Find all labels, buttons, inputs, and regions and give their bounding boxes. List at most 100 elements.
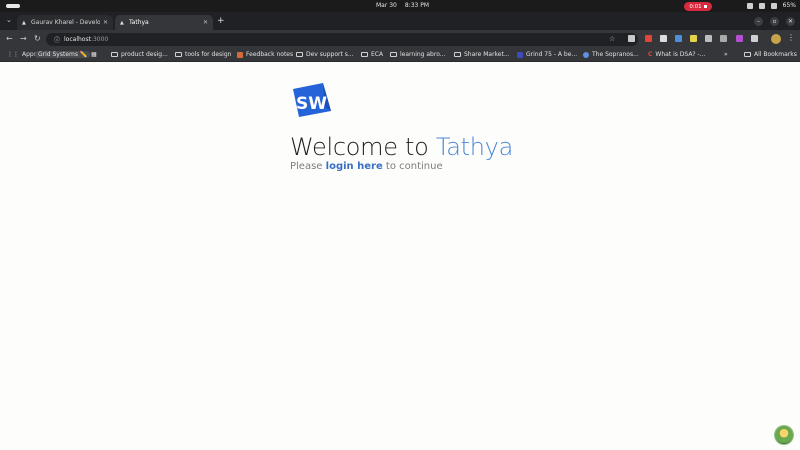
login-prompt: Please login here to continue [290,161,443,172]
bookmark-apps[interactable]: ⋮⋮ Apps [7,51,37,58]
battery-level: 65% [782,2,796,9]
url-host: localhost [64,36,91,43]
welcome-prefix: Welcome to [290,133,436,161]
folder-icon [390,52,397,57]
new-tab-icon[interactable]: + [217,16,225,26]
url-port: :3000 [90,36,109,43]
page-content: SW Welcome to Tathya Please login here t… [0,63,800,450]
browser-menu-icon[interactable]: ⋮ [787,33,795,42]
recording-time: 0:01 [689,3,702,10]
bookmark-folder[interactable]: Share Market... [454,51,510,58]
logo: SW [289,81,333,119]
prompt-prefix: Please [290,161,326,172]
bookmark-grid-systems[interactable]: Grid Systems ✏️ [35,51,91,58]
network-icon [746,2,753,9]
folder-icon [361,52,368,57]
close-tab-icon[interactable]: ✕ [103,19,108,26]
tab-favicon-icon: ▲ [22,19,26,26]
minimize-icon[interactable]: – [754,17,763,26]
os-date: Mar 30 [376,2,397,9]
address-bar[interactable]: ⓘ localhost:3000 [46,33,638,46]
bookmark-dsa[interactable]: C What is DSA? -... [648,51,705,58]
tab-developer[interactable]: ▲ Gaurav Kharel - Develop ✕ [17,15,113,30]
bookmark-label: Grind 75 - A be... [526,51,578,58]
forward-icon[interactable]: → [20,34,27,43]
bookmarks-overflow-icon[interactable]: » [724,51,728,58]
extensions-puzzle-icon[interactable] [751,35,758,42]
bookmark-label: Feedback notes [246,51,294,58]
extension-icon[interactable] [628,35,635,42]
volume-icon [758,2,765,9]
stop-icon [703,5,707,8]
extension-icon[interactable] [675,35,682,42]
tab-tathya[interactable]: ▲ Tathya ✕ [115,15,213,30]
bookmark-grid-icon[interactable]: ▦ [91,51,97,58]
bookmark-folder[interactable]: product desig... [111,51,168,58]
site-icon [517,51,523,58]
bookmark-feedback-notes[interactable]: Feedback notes [237,51,293,58]
os-clock[interactable]: Mar 30 8:33 PM [376,2,429,9]
site-info-icon[interactable]: ⓘ [54,35,60,44]
bookmark-label: tools for design [185,51,232,58]
bookmark-folder[interactable]: ECA [361,51,383,58]
chevron-right-icon: » [724,51,728,58]
screen-recording-indicator[interactable]: 0:01 [684,2,712,11]
bookmark-label: What is DSA? -... [655,51,706,58]
folder-icon [744,52,751,57]
bookmarks-bar: ⋮⋮ Apps Grid Systems ✏️ ▦ product desig.… [0,48,800,62]
extension-icon[interactable] [660,35,667,42]
back-icon[interactable]: ← [6,34,13,43]
floating-avatar[interactable] [774,425,794,445]
close-tab-icon[interactable]: ✕ [203,19,208,26]
apps-grid-icon: ⋮⋮ [7,51,19,58]
page-title: Welcome to Tathya [290,133,513,161]
folder-icon [111,52,118,57]
restore-icon[interactable]: ▫ [770,17,779,26]
login-link[interactable]: login here [326,161,383,172]
bookmark-label: ECA [371,51,384,58]
prompt-suffix: to continue [382,161,443,172]
bookmark-all[interactable]: All Bookmarks [744,51,797,58]
bookmark-folder[interactable]: Dev support s... [296,51,354,58]
os-top-bar: Mar 30 8:33 PM 0:01 65% [0,0,800,12]
bookmark-label: Share Market... [464,51,510,58]
bookmark-icon [237,51,243,58]
bookmark-label: Dev support s... [306,51,354,58]
bookmark-sopranos[interactable]: The Sopranos... [583,51,639,58]
extension-icon[interactable] [690,35,697,42]
tab-title: Tathya [129,19,149,26]
bookmark-label: Grid Systems ✏️ [35,51,91,58]
tab-search-icon[interactable]: ⌄ [6,16,12,24]
browser-toolbar: ← → ↻ ⓘ localhost:3000 ☆ ⋮ [0,30,800,48]
extension-icon[interactable] [720,35,727,42]
os-time: 8:33 PM [404,2,430,9]
close-window-icon[interactable]: ✕ [786,17,795,26]
folder-icon [296,52,303,57]
tab-favicon-icon: ▲ [120,19,124,26]
site-icon [583,51,589,58]
extension-icon[interactable] [705,35,712,42]
bookmark-folder[interactable]: tools for design [175,51,231,58]
folder-icon [175,52,182,57]
activities-indicator[interactable] [6,4,20,8]
reload-icon[interactable]: ↻ [34,34,41,43]
brand-name: Tathya [435,133,513,161]
tab-title: Gaurav Kharel - Develop [31,19,100,26]
site-icon: C [648,51,653,58]
extension-icon[interactable] [645,35,652,42]
bookmark-label: product desig... [121,51,168,58]
profile-avatar[interactable] [771,34,781,44]
bookmark-grind75[interactable]: Grind 75 - A be... [517,51,577,58]
system-tray[interactable]: 65% [746,2,796,9]
bookmark-folder[interactable]: learning abro... [390,51,446,58]
bookmark-star-icon[interactable]: ☆ [609,35,615,43]
logo-text: SW [296,94,327,114]
grid-icon: ▦ [91,51,97,58]
browser-tab-strip: ⌄ ▲ Gaurav Kharel - Develop ✕ ▲ Tathya ✕… [0,12,800,30]
bookmark-label: All Bookmarks [754,51,797,58]
folder-icon [454,52,461,57]
battery-icon [770,2,777,9]
bookmark-label: learning abro... [400,51,446,58]
extension-icon[interactable] [736,35,743,42]
bookmark-label: The Sopranos... [592,51,639,58]
